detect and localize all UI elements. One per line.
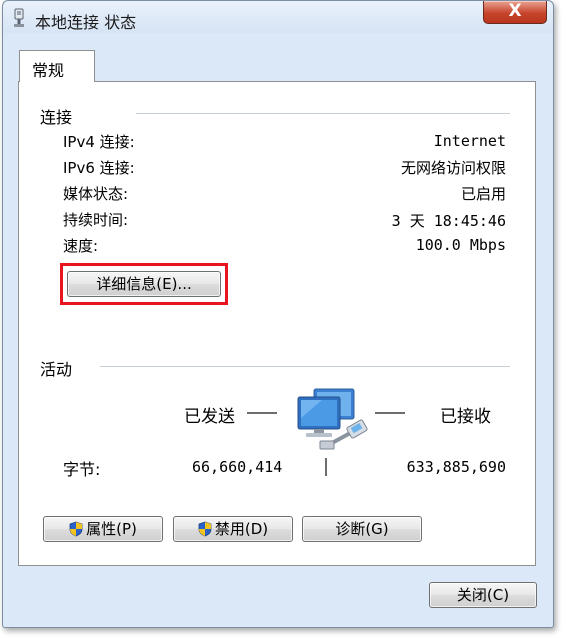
network-computers-icon — [297, 388, 368, 450]
window-title: 本地连接 状态 — [35, 13, 137, 32]
diagnose-button[interactable]: 诊断(G) — [302, 516, 422, 542]
tab-general-label: 常规 — [32, 61, 65, 80]
received-dash — [375, 412, 405, 414]
connection-divider — [136, 113, 510, 115]
media-state-label: 媒体状态: — [63, 185, 129, 203]
details-button[interactable]: 详细信息(E)... — [67, 271, 221, 297]
properties-button[interactable]: 属性(P) — [43, 516, 163, 542]
activity-connector-line — [325, 458, 327, 476]
ipv6-label: IPv6 连接: — [63, 159, 135, 177]
duration-value: 3 天 18:45:46 — [391, 212, 506, 230]
speed-label: 速度: — [63, 237, 99, 255]
close-window-button[interactable]: X — [483, 1, 547, 24]
properties-button-label: 属性(P) — [86, 520, 137, 538]
shield-icon — [69, 521, 83, 537]
network-adapter-icon — [14, 8, 24, 27]
bytes-sent-value: 66,660,414 — [192, 458, 283, 476]
activity-heading: 活动 — [40, 360, 73, 379]
title-bar[interactable]: 本地连接 状态 X — [3, 1, 553, 33]
tab-general[interactable]: 常规 — [19, 50, 95, 82]
media-state-value: 已启用 — [460, 185, 506, 203]
bytes-received-value: 633,885,690 — [406, 458, 506, 476]
received-label: 已接收 — [440, 407, 491, 427]
disable-button-label: 禁用(D) — [214, 520, 269, 538]
disable-button[interactable]: 禁用(D) — [173, 516, 293, 542]
ipv4-label: IPv4 连接: — [63, 133, 135, 151]
general-panel — [18, 81, 536, 566]
ipv4-value: Internet — [433, 132, 506, 150]
ipv6-value: 无网络访问权限 — [400, 159, 506, 177]
close-button[interactable]: 关闭(C) — [429, 582, 537, 608]
bytes-label: 字节: — [63, 460, 101, 479]
connection-heading: 连接 — [40, 108, 73, 127]
activity-divider — [100, 366, 510, 368]
sent-dash — [247, 412, 277, 414]
duration-label: 持续时间: — [63, 211, 129, 229]
shield-icon — [198, 521, 212, 537]
speed-value: 100.0 Mbps — [415, 236, 506, 254]
sent-label: 已发送 — [184, 407, 235, 427]
